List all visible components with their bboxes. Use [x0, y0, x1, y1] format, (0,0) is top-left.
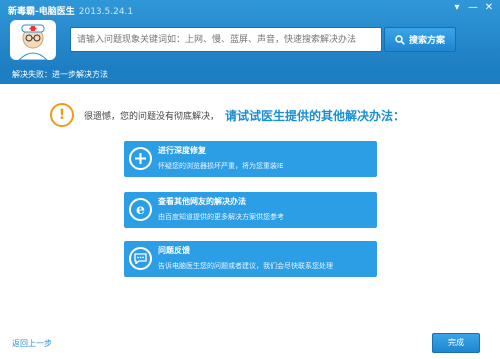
search-input[interactable] — [71, 28, 381, 51]
app-version: 2013.5.24.1 — [78, 7, 134, 17]
notice-highlight: 请试试医生提供的其他解决办法： — [225, 108, 406, 123]
option-feedback[interactable]: 问题反馈 告诉电脑医生您的问题或者建议，我们会尽快联系您处理 — [124, 241, 377, 277]
option-description: 由百度知道提供的更多解决方案供您参考 — [158, 213, 284, 221]
doctor-logo-icon — [10, 20, 56, 61]
breadcrumb: 解决失败：进一步解决方法 — [0, 66, 500, 84]
option-deep-repair[interactable]: 进行深度修复 怀疑您的浏览器损坏严重，将为您重装IE — [124, 141, 377, 177]
chat-icon — [129, 247, 152, 270]
search-solutions-button[interactable]: 搜索方案 — [384, 27, 456, 52]
failure-notice: ! 很遗憾，您的问题没有彻底解决， 请试试医生提供的其他解决办法： — [50, 103, 405, 127]
option-other-solutions[interactable]: e 查看其他网友的解决办法 由百度知道提供的更多解决方案供您参考 — [124, 192, 377, 228]
finish-button[interactable]: 完成 — [432, 333, 480, 353]
notice-text: 很遗憾，您的问题没有彻底解决， — [84, 111, 220, 122]
option-description: 怀疑您的浏览器损坏严重，将为您重装IE — [158, 162, 284, 170]
title-bar: 新毒霸-电脑医生2013.5.24.1 ▾ — ✕ 搜索方案 — [0, 0, 500, 66]
plus-icon — [129, 147, 152, 170]
option-title: 问题反馈 — [158, 246, 190, 255]
option-description: 告诉电脑医生您的问题或者建议，我们会尽快联系您处理 — [158, 262, 333, 270]
search-box — [70, 27, 382, 52]
option-title: 进行深度修复 — [158, 146, 206, 155]
search-icon — [395, 34, 405, 45]
minimize-icon[interactable]: — — [466, 2, 480, 14]
search-button-label: 搜索方案 — [408, 36, 445, 46]
menu-dropdown-icon[interactable]: ▾ — [450, 2, 464, 14]
close-icon[interactable]: ✕ — [482, 2, 496, 14]
app-title-text: 新毒霸-电脑医生 — [8, 7, 75, 17]
warning-icon: ! — [50, 103, 74, 127]
window-controls: ▾ — ✕ — [450, 2, 496, 14]
option-title: 查看其他网友的解决办法 — [158, 197, 246, 206]
app-title: 新毒霸-电脑医生 2013.5.24.1 — [8, 4, 133, 17]
ie-icon: e — [129, 198, 152, 221]
back-link[interactable]: 返回上一步 — [12, 338, 52, 349]
